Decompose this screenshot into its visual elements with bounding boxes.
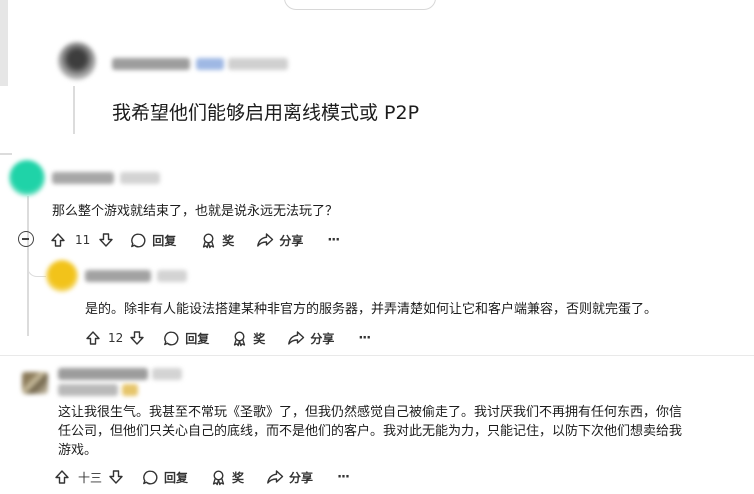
thread-line-post (73, 86, 75, 134)
comment1-author-name[interactable] (52, 172, 114, 184)
top-left-gray-bar (0, 0, 8, 86)
comment3-flair-emoji (122, 384, 138, 396)
comment1-reply-button[interactable]: 回复 (130, 232, 176, 249)
upvote-icon (86, 331, 100, 345)
more-options-icon: ··· (327, 232, 340, 248)
comment3-downvote-button[interactable] (108, 469, 124, 485)
comment2-award-label: 奖 (253, 331, 266, 346)
comment3-share-button[interactable]: 分享 (266, 469, 313, 486)
share-icon (288, 331, 305, 345)
post-author-avatar[interactable] (58, 42, 96, 80)
thread-line-branch (27, 256, 46, 277)
comment3-action-bar: 十三 回复 奖 分享 ··· (54, 466, 350, 488)
comment1-more-button[interactable]: ··· (327, 232, 340, 248)
award-icon (234, 330, 246, 346)
comment2-avatar[interactable] (46, 260, 78, 292)
more-options-icon: ··· (358, 330, 371, 346)
comment2-timestamp (157, 270, 187, 282)
award-icon (212, 469, 225, 485)
post-author-flair (196, 58, 224, 70)
comment3-reply-label: 回复 (164, 470, 189, 485)
award-icon (203, 232, 215, 248)
comment2-text: 是的。除非有人能设法搭建某种非官方的服务器，并弄清楚如何让它和客户端兼容，否则就… (85, 302, 658, 317)
comment3-score: 十三 (78, 470, 103, 485)
comment2-reply-button[interactable]: 回复 (163, 330, 209, 347)
comment3-share-label: 分享 (289, 470, 314, 485)
comment3-upvote-button[interactable] (54, 469, 70, 485)
comment1-avatar[interactable] (9, 160, 45, 196)
top-partial-box (284, 0, 436, 10)
comment3-award-label: 奖 (232, 470, 245, 485)
comment2-upvote-button[interactable] (85, 330, 101, 346)
comment3-text-line3: 游戏。 (58, 443, 98, 458)
downvote-icon (99, 233, 113, 247)
post-text: 我希望他们能够启用离线模式或 P2P (112, 102, 420, 124)
comment3-text-line2: 任公司，但他们只关心自己的底线，而不是他们的客户。我对此无能为力，只能记住，以防… (58, 424, 683, 439)
comment1-reply-label: 回复 (152, 233, 177, 248)
comment1-award-button[interactable]: 奖 (200, 232, 234, 249)
comment1-downvote-button[interactable] (98, 232, 114, 248)
comment1-score: 11 (75, 233, 91, 247)
reply-bubble-icon (143, 470, 158, 484)
comment3-award-button[interactable]: 奖 (210, 469, 244, 486)
comment1-share-label: 分享 (279, 233, 304, 248)
comment3-flair (58, 384, 118, 396)
reply-bubble-icon (164, 331, 179, 345)
comment-divider-2 (0, 355, 754, 356)
post-timestamp (228, 58, 288, 70)
comment1-action-bar: 11 回复 奖 分享 ··· (50, 229, 340, 251)
collapse-thread-button[interactable] (18, 231, 34, 247)
comment2-action-bar: 12 回复 奖 分享 ··· (85, 327, 371, 349)
comment2-more-button[interactable]: ··· (358, 330, 371, 346)
comment2-score: 12 (108, 331, 124, 345)
upvote-icon (55, 470, 69, 484)
comment2-reply-label: 回复 (185, 331, 210, 346)
comment3-avatar[interactable] (22, 372, 48, 394)
post-author-name[interactable] (112, 58, 190, 70)
comment2-downvote-button[interactable] (129, 330, 145, 346)
share-icon (267, 470, 284, 484)
comment2-share-label: 分享 (310, 331, 335, 346)
comment3-more-button[interactable]: ··· (337, 469, 350, 485)
comment1-upvote-button[interactable] (50, 232, 66, 248)
comment1-timestamp (120, 172, 160, 184)
reply-bubble-icon (131, 233, 146, 247)
comment2-author-name[interactable] (85, 270, 151, 282)
comment2-award-button[interactable]: 奖 (231, 330, 265, 347)
downvote-icon (109, 470, 123, 484)
comment1-text: 那么整个游戏就结束了，也就是说永远无法玩了？ (52, 204, 339, 219)
comment2-share-button[interactable]: 分享 (287, 330, 334, 347)
collapse-minus-icon (22, 238, 29, 240)
comment1-share-button[interactable]: 分享 (256, 232, 303, 249)
downvote-icon (130, 331, 144, 345)
more-options-icon: ··· (337, 469, 350, 485)
comment3-text-line1: 这让我很生气。我甚至不常玩《圣歌》了，但我仍然感觉自己被偷走了。我讨厌我们不再拥… (58, 405, 683, 420)
comment3-reply-button[interactable]: 回复 (142, 469, 188, 486)
comment3-author-name[interactable] (58, 368, 148, 380)
upvote-icon (51, 233, 65, 247)
comment3-timestamp (152, 368, 182, 380)
comment-divider (0, 153, 12, 155)
share-icon (257, 233, 274, 247)
comment1-award-label: 奖 (222, 233, 235, 248)
